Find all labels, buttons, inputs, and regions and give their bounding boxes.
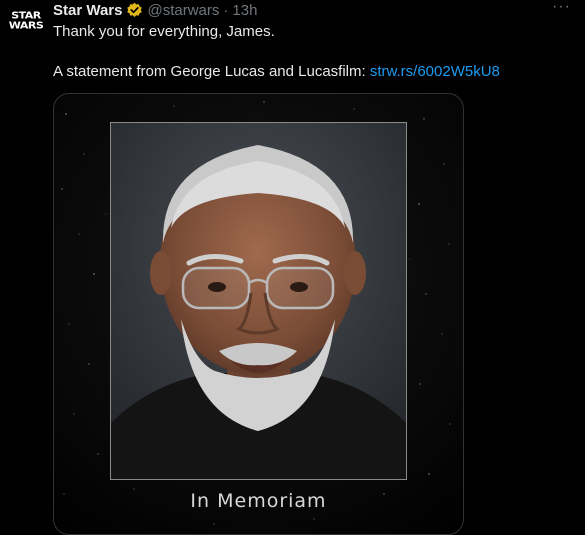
header-separator: · — [223, 1, 229, 19]
display-name[interactable]: Star Wars — [53, 2, 122, 19]
avatar-logo-line2: WARS — [8, 19, 44, 32]
statement-link[interactable]: strw.rs/6002W5kU8 — [370, 63, 500, 80]
avatar[interactable]: STAR WARS — [6, 4, 46, 44]
verified-badge-icon — [127, 2, 143, 17]
statement-text: A statement from George Lucas and Lucasf… — [53, 63, 370, 80]
tweet-text: Thank you for everything, James. A state… — [53, 22, 573, 82]
tweet: STAR WARS Star Wars @starwars · 13h ··· … — [0, 0, 585, 535]
memoriam-caption: In Memoriam — [190, 490, 327, 512]
timestamp[interactable]: 13h — [232, 2, 257, 19]
more-options-icon[interactable]: ··· — [552, 0, 571, 15]
portrait-illustration — [111, 123, 406, 479]
tweet-line-2: A statement from George Lucas and Lucasf… — [53, 62, 573, 82]
portrait-photo — [110, 122, 407, 480]
tweet-line-1: Thank you for everything, James. — [53, 23, 275, 40]
tweet-media[interactable]: In Memoriam — [53, 93, 464, 535]
tweet-header: Star Wars @starwars · 13h — [53, 1, 257, 19]
user-handle[interactable]: @starwars — [147, 2, 219, 19]
